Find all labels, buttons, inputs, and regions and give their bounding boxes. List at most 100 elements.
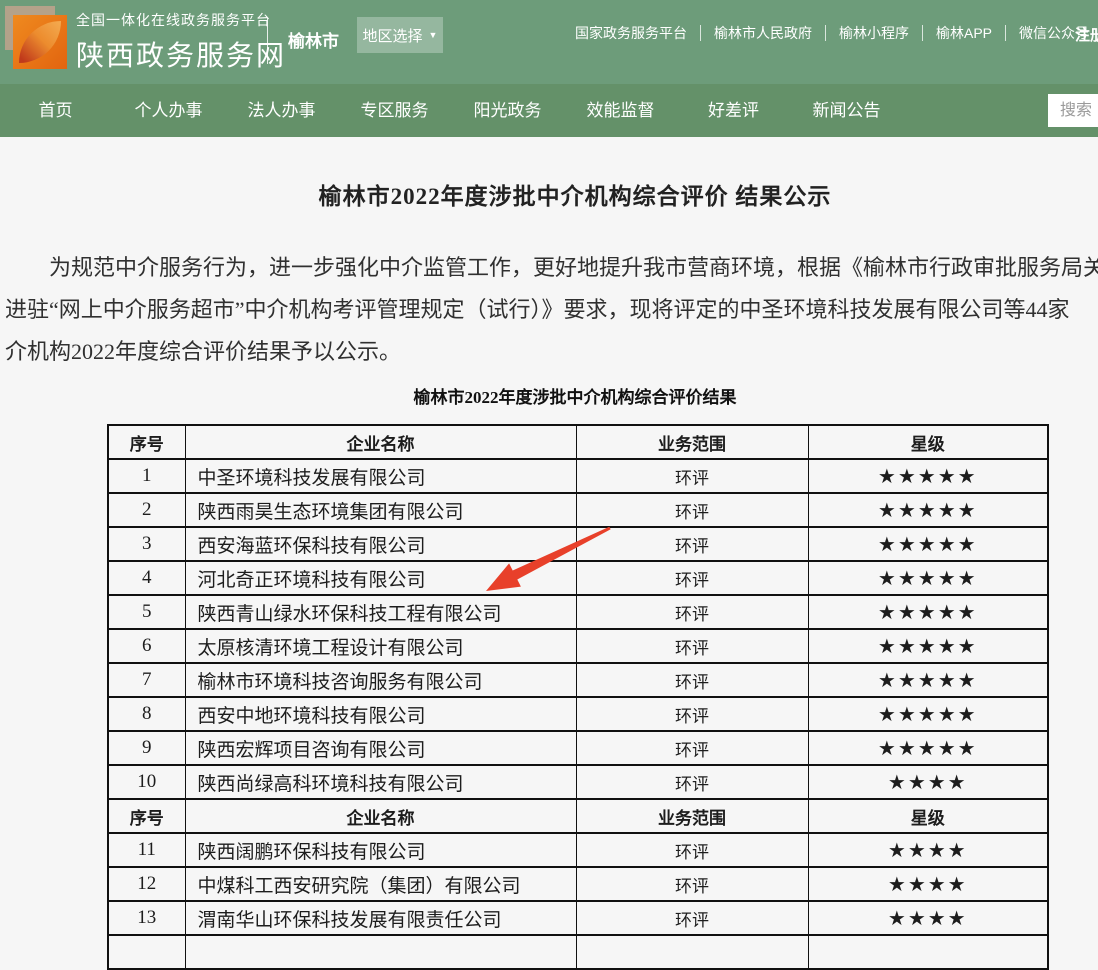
divider <box>1005 25 1006 41</box>
cell-no: 13 <box>108 901 185 935</box>
cell-stars: ★★★★ <box>808 833 1048 867</box>
cell-scope: 环评 <box>576 493 808 527</box>
cell-scope: 环评 <box>576 901 808 935</box>
column-header: 星级 <box>808 425 1048 459</box>
cell-stars: ★★★★★ <box>808 629 1048 663</box>
brand-block: 全国一体化在线政务服务平台 陕西政务服务网 <box>76 10 286 74</box>
results-table: 序号企业名称业务范围星级1中圣环境科技发展有限公司环评★★★★★2陕西雨昊生态环… <box>107 424 1049 970</box>
cell-stars: ★★★★★ <box>808 697 1048 731</box>
nav-item[interactable]: 专区服务 <box>338 84 451 137</box>
column-header: 序号 <box>108 425 185 459</box>
header-link[interactable]: 榆林APP <box>936 23 992 43</box>
column-header: 企业名称 <box>185 799 576 833</box>
cell-name: 中圣环境科技发展有限公司 <box>185 459 576 493</box>
cell-stars: ★★★★★ <box>808 459 1048 493</box>
divider <box>700 25 701 41</box>
site-name: 陕西政务服务网 <box>76 34 286 74</box>
table-header-row: 序号企业名称业务范围星级 <box>108 425 1048 459</box>
cell-scope: 环评 <box>576 527 808 561</box>
nav-item[interactable]: 好差评 <box>677 84 790 137</box>
nav-item[interactable]: 新闻公告 <box>790 84 903 137</box>
header-link[interactable]: 榆林市人民政府 <box>714 23 812 43</box>
cell-name: 太原核清环境工程设计有限公司 <box>185 629 576 663</box>
region-select-button[interactable]: 地区选择 ▼ <box>357 17 443 53</box>
cell-scope: 环评 <box>576 765 808 799</box>
cell-no: 8 <box>108 697 185 731</box>
cell-no: 7 <box>108 663 185 697</box>
column-header: 星级 <box>808 799 1048 833</box>
cell-name: 陕西尚绿高科环境科技有限公司 <box>185 765 576 799</box>
nav-item[interactable]: 法人办事 <box>225 84 338 137</box>
cell-scope: 环评 <box>576 459 808 493</box>
cell-stars: ★★★★★ <box>808 493 1048 527</box>
site-logo[interactable] <box>5 6 77 78</box>
announcement-paragraph: 为规范中介服务行为，进一步强化中介监管工作，更好地提升我市营商环境，根据《榆林市… <box>0 247 1098 373</box>
cell-name: 陕西宏辉项目咨询有限公司 <box>185 731 576 765</box>
table-row: 9陕西宏辉项目咨询有限公司环评★★★★★ <box>108 731 1048 765</box>
cell-name: 榆林市环境科技咨询服务有限公司 <box>185 663 576 697</box>
chevron-down-icon: ▼ <box>429 31 438 40</box>
cell-stars: ★★★★★ <box>808 663 1048 697</box>
site-header: 全国一体化在线政务服务平台 陕西政务服务网 榆林市 地区选择 ▼ 国家政务服务平… <box>0 0 1098 84</box>
column-header: 业务范围 <box>576 799 808 833</box>
cell-no: 3 <box>108 527 185 561</box>
cell-scope: 环评 <box>576 595 808 629</box>
cell-stars: ★★★★★ <box>808 595 1048 629</box>
column-header: 序号 <box>108 799 185 833</box>
cell-no: 5 <box>108 595 185 629</box>
cell-name: 陕西雨昊生态环境集团有限公司 <box>185 493 576 527</box>
cell-no: 12 <box>108 867 185 901</box>
table-row: 3西安海蓝环保科技有限公司环评★★★★★ <box>108 527 1048 561</box>
table-row-partial <box>108 935 1048 969</box>
register-link[interactable]: 注册 <box>1075 24 1098 45</box>
nav-item[interactable]: 阳光政务 <box>451 84 564 137</box>
cell-no: 1 <box>108 459 185 493</box>
main-nav: 首页个人办事法人办事专区服务阳光政务效能监督好差评新闻公告 <box>0 84 1098 137</box>
cell-stars: ★★★★★ <box>808 527 1048 561</box>
nav-item[interactable]: 首页 <box>0 84 112 137</box>
cell-name: 陕西阔鹏环保科技有限公司 <box>185 833 576 867</box>
table-row: 4河北奇正环境科技有限公司环评★★★★★ <box>108 561 1048 595</box>
cell-no: 2 <box>108 493 185 527</box>
table-row: 1中圣环境科技发展有限公司环评★★★★★ <box>108 459 1048 493</box>
table-row: 6太原核清环境工程设计有限公司环评★★★★★ <box>108 629 1048 663</box>
region-select-label: 地区选择 <box>363 25 423 46</box>
current-city-label: 榆林市 <box>288 27 339 52</box>
cell-no: 10 <box>108 765 185 799</box>
cell-scope: 环评 <box>576 833 808 867</box>
cell-scope: 环评 <box>576 561 808 595</box>
article: 榆林市2022年度涉批中介机构综合评价 结果公示 为规范中介服务行为，进一步强化… <box>0 177 1098 970</box>
divider <box>922 25 923 41</box>
cell-name: 西安中地环境科技有限公司 <box>185 697 576 731</box>
divider <box>267 18 268 64</box>
column-header: 企业名称 <box>185 425 576 459</box>
column-header: 业务范围 <box>576 425 808 459</box>
cell-name: 西安海蓝环保科技有限公司 <box>185 527 576 561</box>
quick-links: 国家政务服务平台榆林市人民政府榆林小程序榆林APP微信公众号 <box>575 0 1089 66</box>
cell-stars: ★★★★★ <box>808 731 1048 765</box>
main-nav-list: 首页个人办事法人办事专区服务阳光政务效能监督好差评新闻公告 <box>0 84 903 137</box>
table-row: 11陕西阔鹏环保科技有限公司环评★★★★ <box>108 833 1048 867</box>
search-input[interactable] <box>1048 94 1098 127</box>
cell-name: 中煤科工西安研究院（集团）有限公司 <box>185 867 576 901</box>
table-row: 12中煤科工西安研究院（集团）有限公司环评★★★★ <box>108 867 1048 901</box>
table-row: 5陕西青山绿水环保科技工程有限公司环评★★★★★ <box>108 595 1048 629</box>
page-title: 榆林市2022年度涉批中介机构综合评价 结果公示 <box>0 177 1098 211</box>
header-link[interactable]: 榆林小程序 <box>839 23 909 43</box>
cell-name: 河北奇正环境科技有限公司 <box>185 561 576 595</box>
header-link[interactable]: 国家政务服务平台 <box>575 23 687 43</box>
cell-stars: ★★★★★ <box>808 561 1048 595</box>
table-caption: 榆林市2022年度涉批中介机构综合评价结果 <box>0 383 1098 408</box>
table-header-row: 序号企业名称业务范围星级 <box>108 799 1048 833</box>
cell-name: 陕西青山绿水环保科技工程有限公司 <box>185 595 576 629</box>
nav-item[interactable]: 个人办事 <box>112 84 225 137</box>
cell-stars: ★★★★ <box>808 867 1048 901</box>
cell-no: 6 <box>108 629 185 663</box>
table-row: 8西安中地环境科技有限公司环评★★★★★ <box>108 697 1048 731</box>
table-row: 13渭南华山环保科技发展有限责任公司环评★★★★ <box>108 901 1048 935</box>
table-row: 10陕西尚绿高科环境科技有限公司环评★★★★ <box>108 765 1048 799</box>
cell-stars: ★★★★ <box>808 765 1048 799</box>
table-row: 7榆林市环境科技咨询服务有限公司环评★★★★★ <box>108 663 1048 697</box>
nav-item[interactable]: 效能监督 <box>564 84 677 137</box>
table-row: 2陕西雨昊生态环境集团有限公司环评★★★★★ <box>108 493 1048 527</box>
